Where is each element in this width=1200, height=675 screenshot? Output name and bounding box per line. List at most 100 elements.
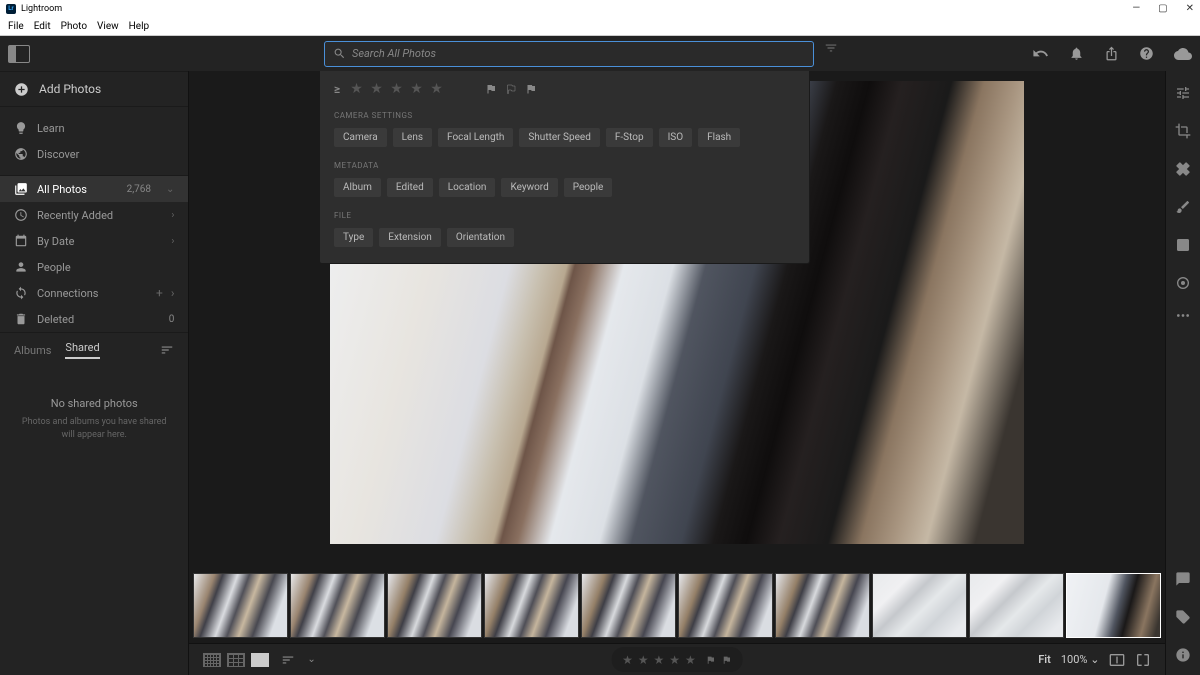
chevron-right-icon[interactable]: › <box>171 210 174 221</box>
minimize-button[interactable]: — <box>1132 3 1140 14</box>
chevron-down-icon[interactable]: ⌄ <box>307 654 315 665</box>
panel-toggle-icon[interactable] <box>8 45 30 63</box>
chip-type[interactable]: Type <box>334 228 373 247</box>
thumbnail[interactable] <box>775 573 870 638</box>
add-photos-button[interactable]: Add Photos <box>0 71 188 107</box>
sidebar-item-deleted[interactable]: Deleted 0 <box>0 306 188 332</box>
tab-albums[interactable]: Albums <box>14 344 51 357</box>
sidebar-item-recently-added[interactable]: Recently Added › <box>0 202 188 228</box>
chip-f-stop[interactable]: F-Stop <box>606 128 653 147</box>
menu-help[interactable]: Help <box>125 19 153 34</box>
empty-state: No shared photos Photos and albums you h… <box>0 367 188 471</box>
maximize-button[interactable]: ▢ <box>1158 3 1167 14</box>
chip-location[interactable]: Location <box>439 178 496 197</box>
app-icon: Lr <box>6 4 16 14</box>
search-box[interactable] <box>324 41 814 67</box>
chip-extension[interactable]: Extension <box>379 228 441 247</box>
zoom-level[interactable]: 100% ⌄ <box>1061 653 1100 666</box>
chip-orientation[interactable]: Orientation <box>447 228 514 247</box>
grid-view-button[interactable] <box>203 653 221 667</box>
chip-iso[interactable]: ISO <box>659 128 693 147</box>
star-filter[interactable]: ★ ★ ★ ★ ★ <box>350 81 445 97</box>
chevron-down-icon[interactable]: ⌄ <box>166 184 174 195</box>
chip-focal-length[interactable]: Focal Length <box>438 128 513 147</box>
chip-people[interactable]: People <box>564 178 613 197</box>
sidebar-item-discover[interactable]: Discover <box>0 141 188 167</box>
chip-keyword[interactable]: Keyword <box>501 178 557 197</box>
healing-icon[interactable] <box>1175 161 1191 177</box>
undo-icon[interactable] <box>1032 45 1049 62</box>
menu-photo[interactable]: Photo <box>57 19 91 34</box>
sort-icon[interactable] <box>281 653 295 667</box>
comment-icon[interactable] <box>1175 571 1191 587</box>
single-view-button[interactable] <box>251 653 269 667</box>
info-icon[interactable] <box>1175 647 1191 663</box>
plus-icon[interactable]: + <box>156 286 163 300</box>
gte-icon[interactable]: ≥ <box>334 82 340 96</box>
chip-camera[interactable]: Camera <box>334 128 387 147</box>
menu-edit[interactable]: Edit <box>30 19 55 34</box>
menu-file[interactable]: File <box>4 19 28 34</box>
close-button[interactable]: ✕ <box>1186 3 1194 14</box>
rating-bar[interactable]: ★ ★ ★ ★ ★ <box>612 647 743 672</box>
tag-icon[interactable] <box>1175 609 1191 625</box>
chevron-right-icon[interactable]: › <box>171 236 174 247</box>
thumbnail[interactable] <box>484 573 579 638</box>
crop-icon[interactable] <box>1175 123 1191 139</box>
chip-flash[interactable]: Flash <box>698 128 740 147</box>
flag-pick-icon[interactable] <box>485 83 497 95</box>
sidebar-tabs: Albums Shared <box>0 333 188 367</box>
fit-button[interactable]: Fit <box>1038 653 1051 666</box>
search-input[interactable] <box>352 47 805 60</box>
thumbnail[interactable] <box>387 573 482 638</box>
sidebar-item-all-photos[interactable]: All Photos 2,768 ⌄ <box>0 176 188 202</box>
flag-unflag-icon[interactable] <box>505 83 517 95</box>
funnel-icon[interactable] <box>824 41 838 55</box>
thumbnail[interactable] <box>581 573 676 638</box>
flag-reject-icon[interactable] <box>722 655 732 665</box>
thumbnail[interactable] <box>969 573 1064 638</box>
brush-icon[interactable] <box>1175 199 1191 215</box>
thumbnail[interactable] <box>290 573 385 638</box>
sort-icon[interactable] <box>160 343 174 357</box>
chip-lens[interactable]: Lens <box>393 128 432 147</box>
thumbnail[interactable] <box>872 573 967 638</box>
search-icon <box>333 47 346 60</box>
filmstrip[interactable] <box>189 570 1165 643</box>
menubar: File Edit Photo View Help <box>0 17 1200 36</box>
grid-large-view-button[interactable] <box>227 653 245 667</box>
before-after-icon[interactable] <box>1109 652 1125 668</box>
flag-reject-icon[interactable] <box>525 83 537 95</box>
sliders-icon[interactable] <box>1175 85 1191 101</box>
sidebar-item-learn[interactable]: Learn <box>0 115 188 141</box>
learn-label: Learn <box>37 122 65 135</box>
compare-icon[interactable] <box>1135 652 1151 668</box>
help-icon[interactable] <box>1139 46 1154 61</box>
thumbnail[interactable] <box>678 573 773 638</box>
bell-icon[interactable] <box>1069 46 1084 61</box>
tab-shared[interactable]: Shared <box>65 341 99 359</box>
clock-icon <box>14 208 28 222</box>
chip-album[interactable]: Album <box>334 178 381 197</box>
cloud-icon[interactable] <box>1174 45 1192 63</box>
thumbnail-selected[interactable] <box>1066 573 1161 638</box>
empty-title: No shared photos <box>20 397 168 410</box>
share-icon[interactable] <box>1104 46 1119 61</box>
connections-icon <box>14 286 28 300</box>
thumbnail[interactable] <box>193 573 288 638</box>
linear-gradient-icon[interactable] <box>1175 237 1191 253</box>
globe-icon <box>14 147 28 161</box>
chip-edited[interactable]: Edited <box>387 178 433 197</box>
menu-view[interactable]: View <box>93 19 123 34</box>
sidebar-item-connections[interactable]: Connections +› <box>0 280 188 306</box>
sidebar-item-people[interactable]: People <box>0 254 188 280</box>
flag-pick-icon[interactable] <box>706 655 716 665</box>
more-icon[interactable] <box>1175 313 1191 318</box>
chevron-right-icon[interactable]: › <box>171 286 175 300</box>
lightbulb-icon <box>14 121 28 135</box>
add-photos-label: Add Photos <box>39 82 101 96</box>
radial-gradient-icon[interactable] <box>1175 275 1191 291</box>
sidebar-item-by-date[interactable]: By Date › <box>0 228 188 254</box>
star-rating[interactable]: ★ ★ ★ ★ ★ <box>622 653 697 667</box>
chip-shutter-speed[interactable]: Shutter Speed <box>519 128 599 147</box>
